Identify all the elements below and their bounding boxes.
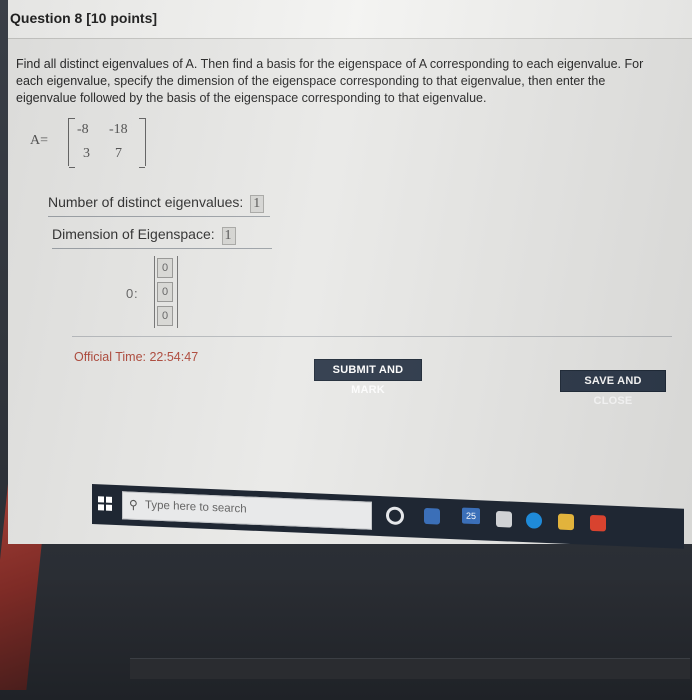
dimension-row: Dimension of Eigenspace: 1 (52, 218, 272, 249)
footer-divider (72, 336, 672, 337)
cortana-icon[interactable] (386, 506, 404, 526)
matrix-cell: -18 (109, 122, 128, 137)
dimension-label: Dimension of Eigenspace: (52, 226, 215, 242)
question-header: Question 8 [10 points] (8, 0, 692, 39)
office-icon[interactable] (590, 514, 606, 532)
matrix-brackets: -8 -18 3 7 (68, 118, 146, 168)
matrix-label: A= (30, 133, 49, 148)
official-time: Official Time: 22:54:47 (74, 350, 199, 364)
matrix-cell: 7 (115, 146, 122, 161)
task-view-icon[interactable] (424, 507, 440, 525)
taskbar-search-input[interactable]: ⚲ Type here to search (122, 491, 372, 530)
basis-vector: 0 0 0 (154, 256, 178, 328)
basis-vector-cell[interactable]: 0 (157, 258, 173, 278)
matrix-cell: 3 (83, 146, 90, 161)
eigen-separator: : (134, 286, 138, 301)
save-and-close-button[interactable]: SAVE AND CLOSE (560, 370, 666, 407)
edge-icon[interactable] (526, 512, 542, 529)
matrix-cell: -8 (77, 122, 89, 137)
question-title: Question 8 [10 points] (10, 10, 158, 26)
windows-start-icon[interactable] (98, 496, 112, 511)
monitor-screen: Question 8 [10 points] Find all distinct… (8, 0, 692, 544)
dimension-input[interactable]: 1 (221, 227, 236, 245)
desk-surface (0, 580, 692, 700)
search-icon: ⚲ (129, 497, 138, 512)
eigenvalue-input[interactable]: 0 (126, 286, 133, 301)
distinct-eigenvalues-input[interactable]: 1 (250, 195, 265, 213)
search-placeholder: Type here to search (145, 499, 247, 516)
distinct-eigenvalues-row: Number of distinct eigenvalues: 1 (48, 186, 270, 217)
basis-vector-cell[interactable]: 0 (157, 282, 173, 302)
submit-and-mark-button[interactable]: SUBMIT AND MARK (314, 359, 422, 396)
question-prompt: Find all distinct eigenvalues of A. Then… (16, 57, 644, 105)
store-icon[interactable] (496, 510, 512, 528)
file-explorer-icon[interactable] (558, 513, 574, 531)
basis-vector-cell[interactable]: 0 (157, 306, 173, 326)
distinct-eigenvalues-label: Number of distinct eigenvalues: (48, 194, 244, 210)
calendar-badge-icon[interactable]: 25 (462, 507, 480, 525)
